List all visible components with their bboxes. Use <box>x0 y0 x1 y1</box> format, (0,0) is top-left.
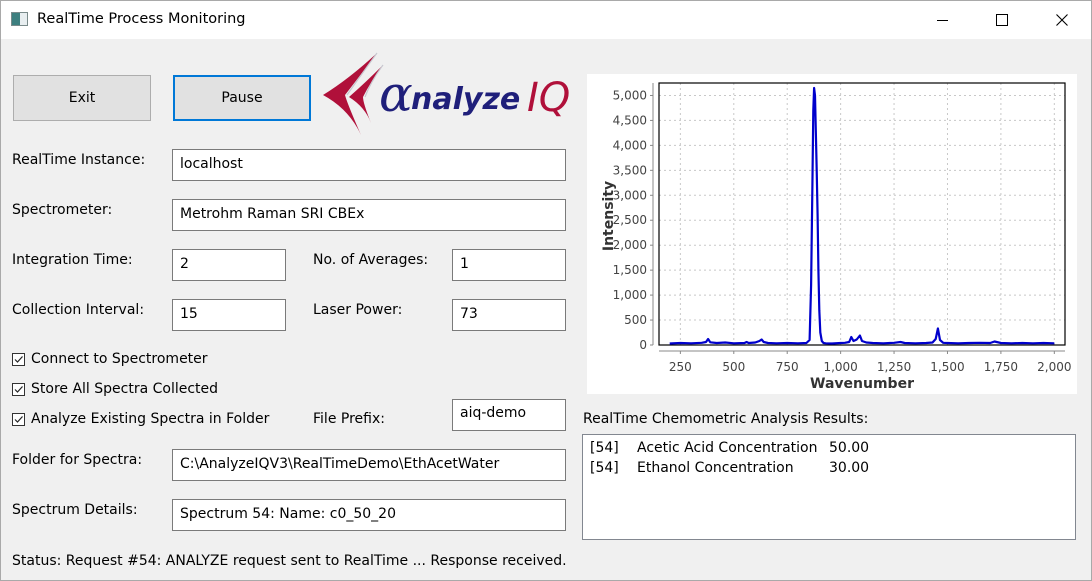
spectrometer-label: Spectrometer: <box>12 202 113 218</box>
laser-power-label: Laser Power: <box>313 302 403 318</box>
integration-time-input[interactable]: 2 <box>172 249 286 281</box>
x-tick-label: 2,000 <box>1037 360 1071 374</box>
logo-alpha: α <box>379 65 413 123</box>
checkbox-box[interactable] <box>12 352 25 366</box>
analyze-existing-spectra-checkbox[interactable]: Analyze Existing Spectra in Folder <box>12 411 269 427</box>
logo-chevron-icon <box>323 52 384 135</box>
checkbox-label: Analyze Existing Spectra in Folder <box>31 411 270 427</box>
spectrum-line <box>669 86 1055 345</box>
result-id: [54] <box>590 440 619 456</box>
close-icon <box>1056 14 1068 26</box>
maximize-button[interactable] <box>979 1 1025 39</box>
check-icon <box>14 385 23 393</box>
check-icon <box>14 415 23 423</box>
spectrum-details-label: Spectrum Details: <box>12 502 138 518</box>
y-tick-label: 4,500 <box>613 113 647 127</box>
result-value: 30.00 <box>829 460 870 476</box>
y-tick-label: 4,000 <box>613 138 647 152</box>
maximize-icon <box>996 14 1008 26</box>
y-tick-label: 2,000 <box>613 238 647 252</box>
minimize-icon <box>936 19 948 21</box>
window-title: RealTime Process Monitoring <box>37 11 246 27</box>
title-bar: RealTime Process Monitoring <box>1 1 1091 39</box>
realtime-instance-input[interactable]: localhost <box>172 149 566 181</box>
checkbox-label: Store All Spectra Collected <box>31 381 219 397</box>
y-tick-label: 1,500 <box>613 263 647 277</box>
file-prefix-label: File Prefix: <box>313 411 385 427</box>
x-tick-label: 250 <box>669 360 692 374</box>
y-tick-label: 0 <box>639 338 647 352</box>
result-value: 50.00 <box>829 440 870 456</box>
integration-time-label: Integration Time: <box>12 252 133 268</box>
collection-interval-label: Collection Interval: <box>12 302 145 318</box>
minimize-button[interactable] <box>919 1 965 39</box>
y-tick-label: 5,000 <box>613 88 647 102</box>
chart-svg: 0 500 1,000 1,500 2,000 2,500 3,000 3,500 4,000 4… <box>601 82 1071 392</box>
y-tick-label: 1,000 <box>613 288 647 302</box>
x-tick-label: 1,750 <box>984 360 1018 374</box>
results-label: RealTime Chemometric Analysis Results: <box>583 411 869 427</box>
x-tick-label: 1,000 <box>823 360 857 374</box>
checkbox-label: Connect to Spectrometer <box>31 351 208 367</box>
status-text: Status: Request #54: ANALYZE request sen… <box>12 553 567 569</box>
app-window: RealTime Process Monitoring Exit Pause α… <box>0 0 1092 581</box>
x-tick-label: 1,500 <box>930 360 964 374</box>
no-of-averages-input[interactable]: 1 <box>452 249 566 281</box>
laser-power-input[interactable]: 73 <box>452 299 566 331</box>
result-name: Acetic Acid Concentration <box>637 440 818 456</box>
connect-to-spectrometer-checkbox[interactable]: Connect to Spectrometer <box>12 351 208 367</box>
checkbox-box[interactable] <box>12 382 25 396</box>
results-row: [54] Acetic Acid Concentration 50.00 <box>590 438 1068 458</box>
realtime-instance-label: RealTime Instance: <box>12 152 146 168</box>
results-row: [54] Ethanol Concentration 30.00 <box>590 458 1068 478</box>
check-icon <box>14 355 23 363</box>
spectrum-chart: 0 500 1,000 1,500 2,000 2,500 3,000 3,500 4,000 4… <box>587 74 1077 394</box>
app-icon <box>11 12 28 26</box>
x-axis-title: Wavenumber <box>810 376 914 392</box>
collection-interval-input[interactable]: 15 <box>172 299 286 331</box>
exit-button[interactable]: Exit <box>13 75 151 121</box>
x-tick-label: 500 <box>722 360 745 374</box>
no-of-averages-label: No. of Averages: <box>313 252 429 268</box>
file-prefix-input[interactable]: aiq-demo <box>452 399 566 431</box>
logo-suffix: IQ <box>527 75 570 121</box>
checkbox-box[interactable] <box>12 412 25 426</box>
y-tick-label: 3,000 <box>613 188 647 202</box>
y-tick-label: 2,500 <box>613 213 647 227</box>
store-all-spectra-checkbox[interactable]: Store All Spectra Collected <box>12 381 218 397</box>
pause-button[interactable]: Pause <box>173 75 311 121</box>
folder-for-spectra-label: Folder for Spectra: <box>12 452 143 468</box>
close-button[interactable] <box>1039 1 1085 39</box>
result-name: Ethanol Concentration <box>637 460 794 476</box>
x-tick-label: 750 <box>776 360 799 374</box>
x-tick-label: 1,250 <box>877 360 911 374</box>
analyzeiq-logo: α nalyze IQ <box>319 51 577 137</box>
y-tick-label: 500 <box>624 313 647 327</box>
y-tick-label: 3,500 <box>613 163 647 177</box>
spectrum-details-input[interactable]: Spectrum 54: Name: c0_50_20 <box>172 499 566 531</box>
y-axis-title: Intensity <box>601 181 617 251</box>
logo-text: nalyze <box>411 82 520 117</box>
plot-border <box>658 82 1066 346</box>
results-list[interactable]: [54] Acetic Acid Concentration 50.00 [54… <box>582 434 1076 540</box>
result-id: [54] <box>590 460 619 476</box>
spectrometer-input[interactable]: Metrohm Raman SRI CBEx <box>172 199 566 231</box>
folder-for-spectra-input[interactable]: C:\AnalyzeIQV3\RealTimeDemo\EthAcetWater <box>172 449 566 481</box>
